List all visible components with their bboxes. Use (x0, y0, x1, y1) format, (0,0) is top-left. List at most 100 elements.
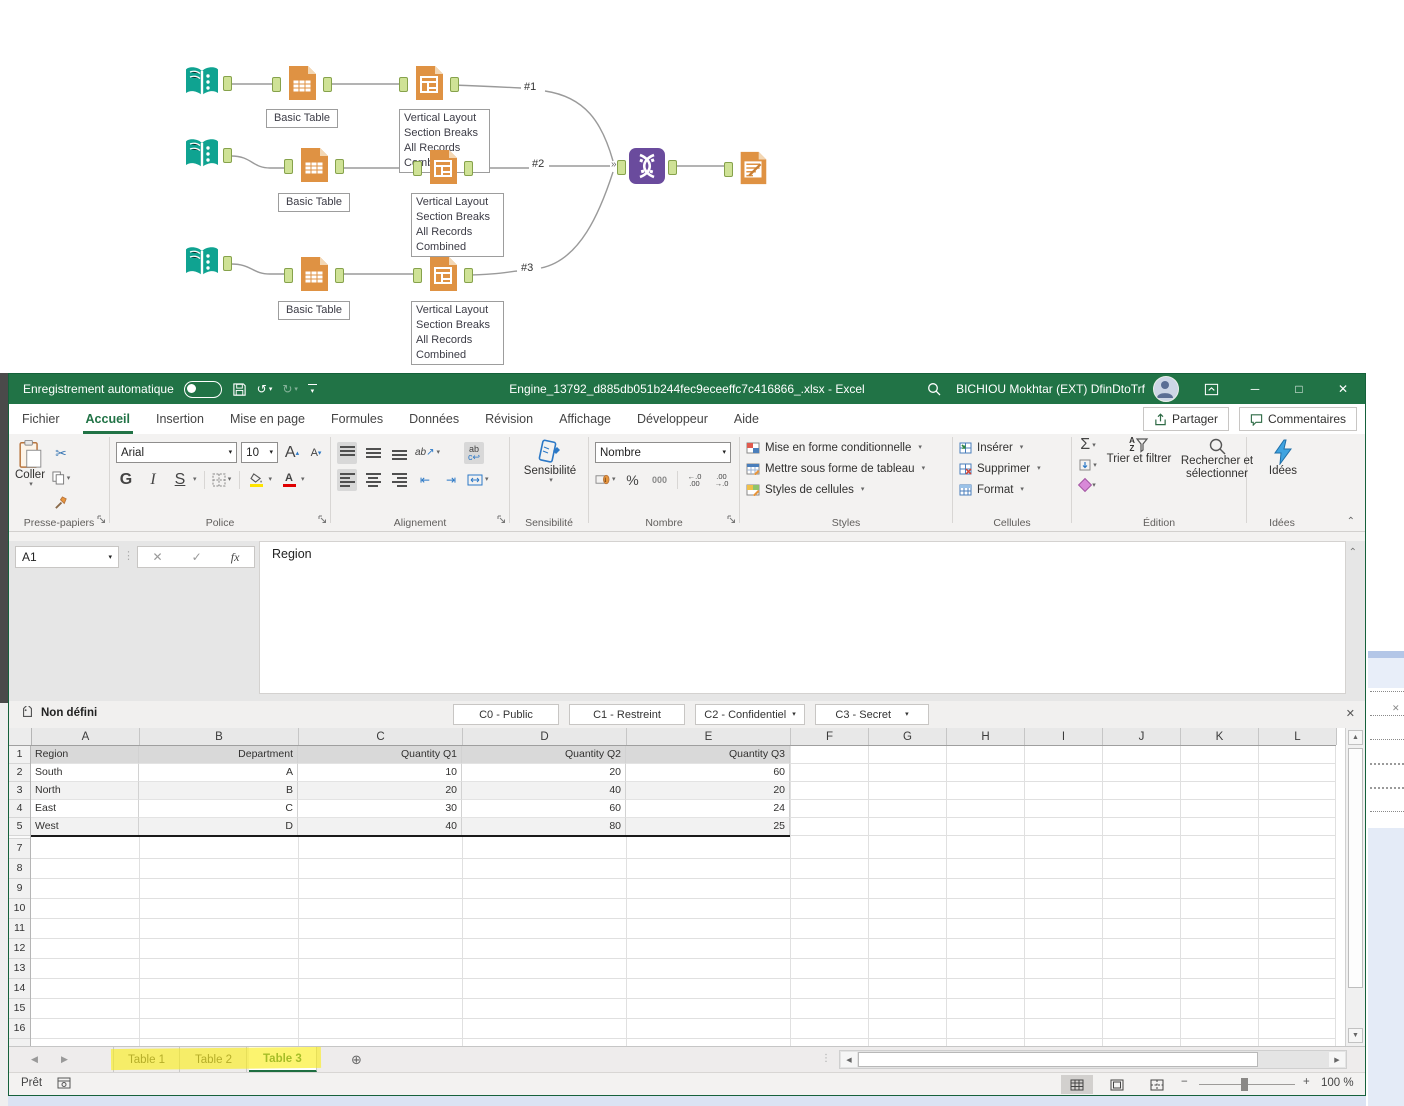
tab-insertion[interactable]: Insertion (143, 404, 217, 434)
input-anchor[interactable] (284, 159, 293, 174)
column-header-c[interactable]: C (299, 728, 463, 745)
column-header-l[interactable]: L (1259, 728, 1337, 745)
column-header-k[interactable]: K (1181, 728, 1259, 745)
share-button[interactable]: Partager (1142, 407, 1229, 431)
save-icon[interactable] (232, 382, 247, 397)
column-header-d[interactable]: D (463, 728, 627, 745)
close-button[interactable]: ✕ (1321, 374, 1365, 404)
autosum-button[interactable]: Σ ▾ (1078, 436, 1098, 453)
user-avatar[interactable] (1153, 376, 1179, 402)
tab-mise-en-page[interactable]: Mise en page (217, 404, 318, 434)
row-header[interactable]: 3 (9, 782, 30, 800)
scroll-down-icon[interactable]: ▼ (1348, 1028, 1363, 1043)
cell-a3[interactable]: North (31, 782, 139, 800)
input-anchor[interactable] (617, 160, 626, 175)
tool-annotation-multiline[interactable]: Vertical Layout Section Breaks All Recor… (411, 193, 504, 257)
orientation-button[interactable]: ab ↗ ▾ (415, 442, 440, 464)
cell-a4[interactable]: East (31, 800, 139, 818)
union-tool[interactable]: » (611, 147, 677, 185)
new-sheet-icon[interactable]: ⊕ (347, 1050, 366, 1069)
tab-aide[interactable]: Aide (721, 404, 772, 434)
horizontal-scrollbar[interactable]: ◀ ▶ (839, 1050, 1347, 1069)
input-anchor[interactable] (284, 268, 293, 283)
horizontal-scroll-thumb[interactable] (858, 1052, 1258, 1067)
tool-annotation[interactable]: Basic Table (278, 301, 350, 320)
page-break-view-button[interactable] (1141, 1075, 1173, 1094)
row-header[interactable]: 11 (9, 919, 30, 939)
vertical-scroll-thumb[interactable] (1348, 748, 1363, 988)
scroll-up-icon[interactable]: ▲ (1348, 730, 1363, 745)
name-box[interactable]: A1 ▾ (15, 546, 119, 568)
output-anchor[interactable] (323, 77, 332, 92)
align-right-button[interactable] (389, 469, 409, 491)
wrap-text-button[interactable]: ab c↩ (464, 441, 485, 464)
input-anchor[interactable] (724, 162, 733, 177)
tool-annotation[interactable]: Basic Table (266, 109, 338, 128)
tab-fichier[interactable]: Fichier (9, 404, 73, 434)
classification-c2-button[interactable]: C2 - Confidentiel ▾ (695, 704, 805, 725)
zoom-percentage[interactable]: 100 % (1321, 1077, 1354, 1089)
classification-c3-button[interactable]: C3 - Secret ▾ (815, 704, 929, 725)
zoom-out-icon[interactable]: − (1181, 1076, 1188, 1088)
row-header[interactable]: 12 (9, 939, 30, 959)
confirm-entry-icon[interactable]: ✓ (192, 550, 202, 564)
cell-e1[interactable]: Quantity Q3 (626, 746, 790, 764)
number-format-select[interactable]: Nombre ▾ (595, 442, 731, 463)
insert-cells-button[interactable]: Insérer ▾ (959, 437, 1067, 458)
cell-a1[interactable]: Region (31, 746, 139, 764)
format-as-table-button[interactable]: Mettre sous forme de tableau ▾ (746, 458, 948, 479)
ideas-button[interactable]: Idées (1253, 439, 1313, 477)
input-data-tool-1[interactable] (183, 63, 232, 101)
minimize-button[interactable]: ─ (1233, 374, 1277, 404)
input-data-tool-2[interactable] (183, 135, 232, 173)
vertical-layout-tool-1[interactable] (399, 64, 459, 102)
vertical-scrollbar[interactable]: ▲ ▼ (1345, 728, 1365, 1046)
input-anchor[interactable] (413, 268, 422, 283)
bold-button[interactable]: G (116, 469, 136, 491)
align-center-button[interactable] (363, 469, 383, 491)
formula-input[interactable]: Region (259, 541, 1346, 694)
underline-button[interactable]: S (170, 469, 190, 491)
sheet-tab-table2[interactable]: Table 2 (181, 1047, 248, 1072)
increase-font-icon[interactable]: A ▴ (282, 442, 302, 464)
cell-d1[interactable]: Quantity Q2 (462, 746, 626, 764)
output-anchor[interactable] (450, 77, 459, 92)
insert-function-icon[interactable]: fx (231, 550, 240, 565)
italic-button[interactable]: I (143, 469, 163, 491)
output-anchor[interactable] (464, 161, 473, 176)
tab-revision[interactable]: Révision (472, 404, 546, 434)
ribbon-display-options-icon[interactable] (1189, 374, 1233, 404)
normal-view-button[interactable] (1061, 1075, 1093, 1094)
basic-table-tool-2[interactable] (284, 146, 344, 184)
cell-c3[interactable]: 20 (298, 782, 462, 800)
tab-accueil[interactable]: Accueil (73, 404, 143, 434)
decrease-font-icon[interactable]: A ▾ (306, 442, 326, 464)
row-header[interactable]: 2 (9, 764, 30, 782)
scroll-left-icon[interactable]: ◀ (841, 1052, 857, 1067)
output-anchor[interactable] (223, 148, 232, 163)
cell-b5[interactable]: D (139, 818, 298, 836)
font-family-select[interactable]: Arial ▾ (116, 442, 238, 463)
copy-button[interactable]: ▾ (51, 467, 71, 489)
output-anchor[interactable] (223, 76, 232, 91)
prev-sheet-icon[interactable]: ◀ (31, 1054, 38, 1065)
align-middle-button[interactable] (363, 442, 383, 464)
grid-body[interactable]: 1 2 3 4 5 7 8 9 10 11 12 13 14 15 16 Reg… (9, 746, 1336, 1046)
format-painter-button[interactable] (51, 492, 71, 514)
dialog-launcher-icon[interactable] (497, 511, 506, 529)
input-anchor[interactable] (413, 161, 422, 176)
cell-e3[interactable]: 20 (626, 782, 790, 800)
tab-donnees[interactable]: Données (396, 404, 472, 434)
increase-decimal-button[interactable]: ←.0.00 (685, 469, 705, 491)
cell-d3[interactable]: 40 (462, 782, 626, 800)
cell-d4[interactable]: 60 (462, 800, 626, 818)
cell-d2[interactable]: 20 (462, 764, 626, 782)
sensitivity-button[interactable]: Sensibilité ▾ (516, 439, 584, 484)
cell-c2[interactable]: 10 (298, 764, 462, 782)
next-sheet-icon[interactable]: ▶ (61, 1054, 68, 1065)
column-header-i[interactable]: I (1025, 728, 1103, 745)
cell-b2[interactable]: A (139, 764, 298, 782)
cell-c1[interactable]: Quantity Q1 (298, 746, 462, 764)
align-bottom-button[interactable] (389, 442, 409, 464)
zoom-slider-thumb[interactable] (1241, 1078, 1248, 1091)
